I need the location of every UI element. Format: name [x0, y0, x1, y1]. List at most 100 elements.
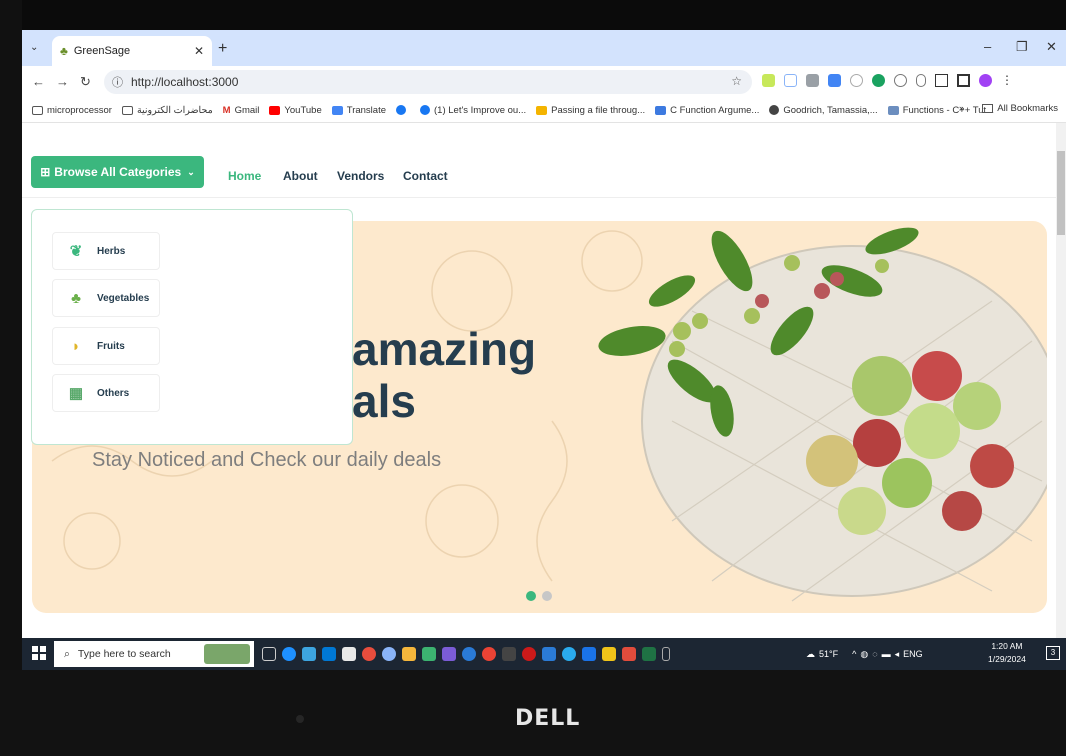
- taskbar-clock[interactable]: 1:20 AM 1/29/2024: [988, 640, 1026, 666]
- webcam-icon: [296, 715, 304, 723]
- tab-title: GreenSage: [73, 45, 131, 57]
- close-window-icon[interactable]: ✕: [1046, 39, 1057, 55]
- monitor-bezel: ⌄ ♣ GreenSage ✕ + – ❐ ✕ ← → ↻ ⓘ http://l…: [0, 0, 1066, 756]
- extension-icon[interactable]: [916, 74, 926, 87]
- tab-close-icon[interactable]: ✕: [194, 44, 204, 58]
- extension-icon[interactable]: [828, 74, 841, 87]
- browser-toolbar: ← → ↻ ⓘ http://localhost:3000 ☆ ⋮: [22, 66, 1066, 98]
- translate-icon: [331, 105, 343, 115]
- minimize-icon[interactable]: –: [984, 39, 991, 54]
- extension-icon[interactable]: [894, 74, 907, 87]
- bookmark-item[interactable]: (1) Let's Improve ou...: [420, 105, 526, 116]
- nav-home[interactable]: Home: [228, 169, 261, 183]
- tab-search-chevron-icon[interactable]: ⌄: [30, 42, 38, 53]
- network-icon[interactable]: ◍: [860, 649, 868, 660]
- maximize-icon[interactable]: ❐: [1016, 39, 1028, 55]
- tab-greensage[interactable]: ♣ GreenSage ✕: [52, 36, 212, 66]
- app-icon[interactable]: [582, 647, 596, 661]
- back-icon[interactable]: ←: [32, 74, 45, 89]
- site-info-icon[interactable]: ⓘ: [112, 74, 123, 90]
- category-vegetables[interactable]: ♣ Vegetables: [52, 279, 160, 317]
- bookmark-item[interactable]: Passing a file throug...: [536, 105, 645, 116]
- category-herbs[interactable]: ❦ Herbs: [52, 232, 160, 270]
- folder-icon: [982, 104, 994, 113]
- edge-icon[interactable]: [282, 647, 296, 661]
- browse-categories-button[interactable]: ⊞ Browse All Categories ⌄: [31, 156, 204, 188]
- chrome-icon[interactable]: [362, 647, 376, 661]
- volume-icon[interactable]: ◂: [895, 649, 900, 660]
- app-icon[interactable]: [462, 647, 476, 661]
- url-text: http://localhost:3000: [131, 75, 239, 89]
- battery-icon[interactable]: ▬: [882, 649, 891, 659]
- app-icon[interactable]: [422, 647, 436, 661]
- extension-icon[interactable]: [850, 74, 863, 87]
- basket-icon: ▦: [68, 385, 84, 402]
- nav-contact[interactable]: Contact: [403, 169, 448, 183]
- app-icon[interactable]: [342, 647, 356, 661]
- greensage-favicon-icon: ♣: [60, 44, 68, 58]
- bookmark-item[interactable]: Goodrich, Tamassia,...: [769, 105, 878, 116]
- slider-dot-active[interactable]: [526, 591, 536, 601]
- weather-temp[interactable]: 51°F: [819, 649, 838, 659]
- hero-subtitle: Stay Noticed and Check our daily deals: [92, 449, 442, 471]
- bookmark-favicon-icon: [536, 105, 548, 115]
- git-icon[interactable]: [622, 647, 636, 661]
- excel-icon[interactable]: [642, 647, 656, 661]
- bookmark-item[interactable]: M Gmail: [223, 105, 260, 116]
- bookmark-star-icon[interactable]: ☆: [731, 74, 742, 88]
- address-bar[interactable]: ⓘ http://localhost:3000 ☆: [104, 70, 752, 94]
- nav-about[interactable]: About: [283, 169, 318, 183]
- bezel-top: [22, 0, 1066, 30]
- telegram-icon[interactable]: [562, 647, 576, 661]
- windows-start-icon[interactable]: [32, 646, 46, 660]
- language-indicator[interactable]: ENG: [903, 649, 923, 659]
- profile-avatar[interactable]: [979, 74, 992, 87]
- folder-icon: [32, 105, 43, 115]
- extensions-puzzle-icon[interactable]: [935, 74, 948, 87]
- tray-app-icon[interactable]: ◌: [872, 649, 877, 659]
- mail-icon[interactable]: [322, 647, 336, 661]
- bookmark-item[interactable]: YouTube: [269, 105, 322, 116]
- app-icon[interactable]: [402, 647, 416, 661]
- browser-menu-icon[interactable]: ⋮: [1001, 74, 1013, 87]
- bookmark-item[interactable]: محاضرات الكترونية: [121, 105, 213, 116]
- tab-strip: ⌄ ♣ GreenSage ✕ + – ❐ ✕: [22, 30, 1066, 66]
- all-bookmarks[interactable]: » All Bookmarks: [959, 103, 1058, 114]
- task-view-icon[interactable]: [262, 647, 276, 661]
- site-header: ⊞ Browse All Categories ⌄ Home About Ven…: [22, 145, 1056, 198]
- slider-dot[interactable]: [542, 591, 552, 601]
- vscode-icon[interactable]: [542, 647, 556, 661]
- tray-chevron-icon[interactable]: ^: [852, 649, 856, 659]
- file-explorer-icon[interactable]: [602, 647, 616, 661]
- bookmark-item[interactable]: microprocessor: [32, 105, 112, 116]
- more-bookmarks-icon[interactable]: »: [959, 103, 964, 114]
- page-content: ⊞ Browse All Categories ⌄ Home About Ven…: [22, 123, 1056, 638]
- extension-icon[interactable]: [762, 74, 775, 87]
- app-icon[interactable]: [502, 647, 516, 661]
- reload-icon[interactable]: ↻: [80, 74, 91, 90]
- app-icon[interactable]: [382, 647, 396, 661]
- side-panel-icon[interactable]: [957, 74, 970, 87]
- bookmark-item[interactable]: [396, 105, 410, 115]
- category-fruits[interactable]: ◗ Fruits: [52, 327, 160, 365]
- scrollbar-thumb[interactable]: [1057, 151, 1065, 235]
- nav-vendors[interactable]: Vendors: [337, 169, 384, 183]
- taskbar-apps: [262, 647, 670, 661]
- bookmark-item[interactable]: Translate: [331, 105, 386, 116]
- notification-icon[interactable]: 3: [1046, 646, 1060, 660]
- taskbar-search-input[interactable]: ⌕ Type here to search: [54, 641, 254, 667]
- bookmark-favicon-icon: [769, 105, 780, 115]
- extension-icon[interactable]: [872, 74, 885, 87]
- category-others[interactable]: ▦ Others: [52, 374, 160, 412]
- extension-icon[interactable]: [806, 74, 819, 87]
- app-icon[interactable]: [442, 647, 456, 661]
- page-scrollbar[interactable]: [1056, 123, 1066, 638]
- forward-icon[interactable]: →: [56, 74, 69, 89]
- show-hidden-icons[interactable]: [662, 647, 670, 661]
- bookmark-item[interactable]: C Function Argume...: [655, 105, 759, 116]
- new-tab-icon[interactable]: +: [218, 40, 227, 58]
- store-icon[interactable]: [302, 647, 316, 661]
- opera-icon[interactable]: [522, 647, 536, 661]
- extension-icon[interactable]: [784, 74, 797, 87]
- app-icon[interactable]: [482, 647, 496, 661]
